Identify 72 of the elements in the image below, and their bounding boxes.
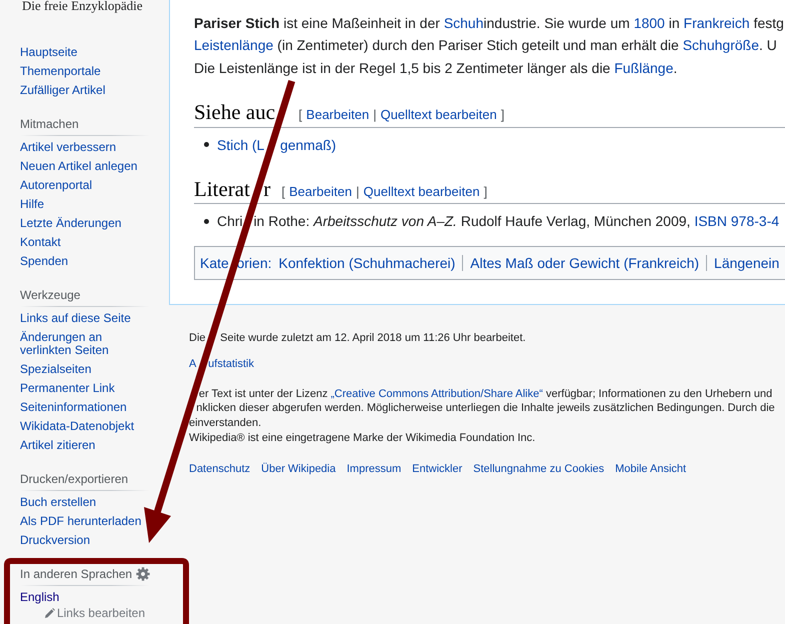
- footer-link[interactable]: Mobile Ansicht: [615, 462, 686, 476]
- article-link[interactable]: Schuh: [444, 15, 484, 31]
- sidebar-heading: Mitmachen: [20, 116, 79, 132]
- footer-link[interactable]: Datenschutz: [189, 462, 250, 476]
- article-link[interactable]: Stich (L genmaß): [217, 134, 336, 156]
- article-link[interactable]: Schuhgröße: [682, 37, 759, 54]
- footer-text: einverstanden.: [189, 416, 262, 431]
- sidebar-link[interactable]: Buch erstellen: [20, 496, 96, 508]
- sidebar-link[interactable]: Artikel zitieren: [20, 438, 96, 452]
- isbn-link[interactable]: ISBN 978-3-4: [694, 213, 780, 230]
- sidebar-link[interactable]: Seiteninformationen: [20, 400, 127, 414]
- footer-link[interactable]: Stellungnahme zu Cookies: [473, 462, 604, 476]
- edit-link[interactable]: Quelltext bearbeiten: [380, 107, 497, 122]
- sidebar-link[interactable]: Themenportale: [20, 64, 101, 78]
- edit-bracket: [: [281, 184, 286, 199]
- sidebar-link[interactable]: Kontakt: [20, 236, 61, 248]
- footer-link[interactable]: A ufstatistik: [189, 358, 254, 370]
- sidebar-link[interactable]: Zufälliger Artikel: [20, 84, 106, 96]
- category-link[interactable]: Längenein: [714, 255, 780, 272]
- sidebar-link[interactable]: Autorenportal: [20, 178, 92, 192]
- footer-link[interactable]: Impressum: [346, 462, 402, 476]
- sidebar-link[interactable]: Druckversion: [20, 534, 90, 546]
- bullet-icon: [204, 218, 209, 224]
- footer-link[interactable]: Über Wikipedia: [261, 462, 336, 476]
- sidebar-link[interactable]: Spenden: [20, 254, 68, 268]
- reference-text: Chri in Rothe: Arbeitsschutz von A–Z. Rudolf Haufe Verlag, München 2009, ISBN 978-3-4: [217, 212, 780, 232]
- edit-separator: |: [356, 184, 360, 199]
- category-link[interactable]: Altes Maß oder Gewicht (Frankreich): [470, 255, 700, 272]
- edit-link[interactable]: Bearbeiten: [306, 107, 370, 122]
- sidebar-link[interactable]: Wikidata-Datenobjekt: [20, 420, 134, 432]
- footer-text: Wikipedia® ist eine eingetragene Marke der Wikimedia Foundation Inc.: [189, 430, 536, 446]
- sidebar-heading: In anderen Sprachen: [20, 566, 132, 582]
- edit-bracket: [: [298, 107, 302, 122]
- paragraph-text: Die Leistenlänge ist in der Regel 1,5 bis 2 Zentimeter länger als die Fußlänge.: [194, 58, 678, 78]
- sidebar-link[interactable]: Letzte Änderungen: [20, 216, 122, 230]
- section-heading: Literat r: [194, 176, 270, 201]
- paragraph-text: Pariser Stich ist eine Maßeinheit in der Schuhindustrie. Sie wurde um 1800 in Frankreich festg: [194, 14, 784, 33]
- footer-text: er Text ist unter der Lizenz „Creative Commons Attribution/Share Alike“ verfügbar; Informationen zu den Urhebern und: [198, 386, 772, 402]
- edit-separator: |: [373, 107, 376, 122]
- sidebar-heading: Werkzeuge: [20, 288, 80, 302]
- language-link[interactable]: English: [20, 590, 60, 604]
- edit-bracket: ]: [484, 184, 488, 199]
- section-heading: Siehe auc: [194, 100, 276, 124]
- edit-bracket: ]: [500, 107, 504, 122]
- sidebar-heading: Drucken/exportieren: [20, 472, 128, 486]
- edit-link[interactable]: Quelltext bearbeiten: [363, 184, 480, 199]
- edit-link[interactable]: Bearbeiten: [289, 184, 352, 199]
- sidebar-link[interactable]: Als PDF herunterladen: [20, 514, 142, 528]
- settings-icon[interactable]: [136, 567, 150, 581]
- sidebar-link[interactable]: Neuen Artikel anlegen: [20, 160, 138, 172]
- category-link[interactable]: Konfektion (Schuhmacherei): [278, 255, 456, 272]
- edit-links-link[interactable]: Links bearbeiten: [44, 606, 145, 620]
- sidebar-link[interactable]: Links auf diese Seite: [20, 312, 131, 324]
- sidebar-link[interactable]: Permanenter Link: [20, 382, 115, 394]
- article-link[interactable]: Leistenlänge: [194, 37, 274, 54]
- article-link[interactable]: 1800: [634, 15, 665, 31]
- site-tagline: Die freie Enzyklopädie: [21, 0, 143, 12]
- article-link[interactable]: Fußlänge: [614, 60, 674, 76]
- sidebar-link[interactable]: Artikel verbessern: [20, 140, 116, 154]
- sidebar-link[interactable]: Änderungen an verlinkten Seiten: [20, 330, 150, 356]
- article-link[interactable]: Frankreich: [684, 15, 750, 31]
- pencil-icon: [44, 608, 55, 618]
- footer-text: nklicken dieser abgerufen werden. Möglicherweise unterliegen die Inhalte jeweils zusätzlichen Bedingungen. Durch die: [195, 401, 775, 416]
- sidebar-link[interactable]: Hauptseite: [20, 46, 78, 58]
- footer-link[interactable]: Entwickler: [412, 462, 462, 476]
- footer-text: Die Seite wurde zuletzt am 12. April 2018 um 11:26 Uhr bearbeitet.: [189, 330, 526, 346]
- sidebar-link[interactable]: Spezialseiten: [20, 362, 92, 376]
- sidebar-link[interactable]: Hilfe: [20, 198, 44, 210]
- license-link[interactable]: „Creative Commons Attribution/Share Alike“: [330, 388, 543, 400]
- paragraph-text: Leistenlänge (in Zentimeter) durch den Pariser Stich geteilt und man erhält die Schuhgröße. U: [194, 36, 777, 56]
- bullet-icon: [204, 142, 209, 148]
- categories-link[interactable]: Kate orien:: [200, 252, 272, 274]
